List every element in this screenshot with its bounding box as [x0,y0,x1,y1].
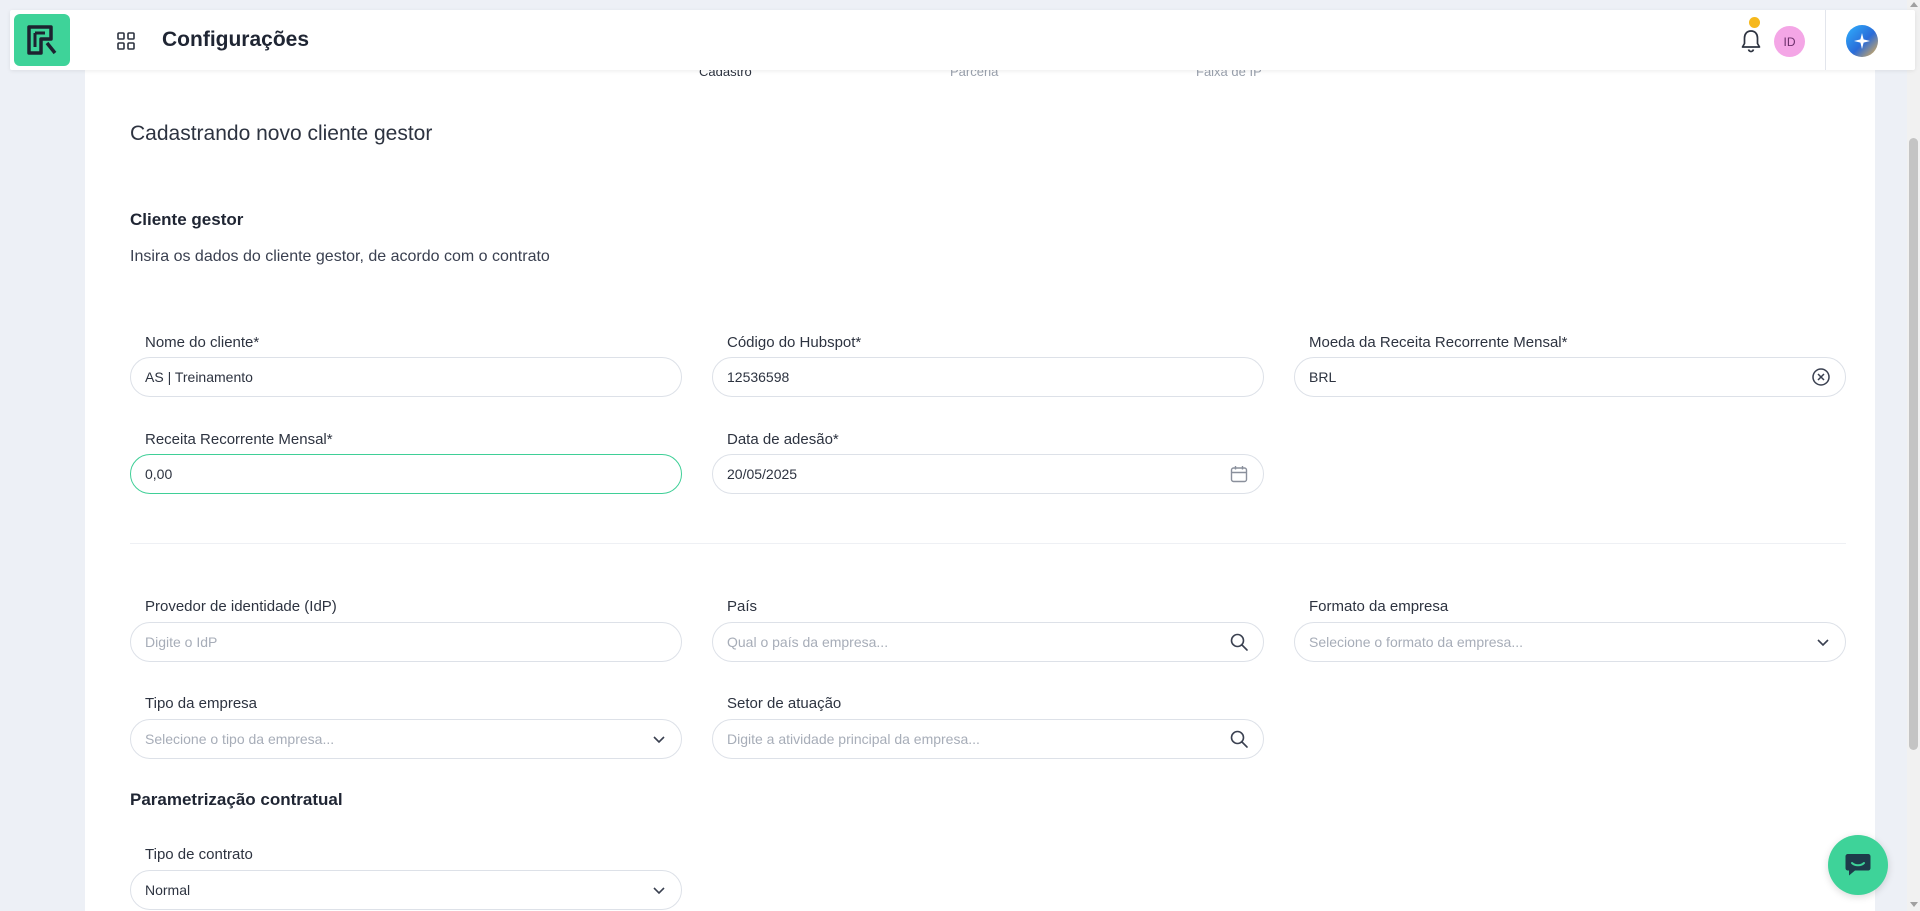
hubspot-code-input[interactable] [712,357,1264,397]
search-icon[interactable] [1229,729,1249,749]
hubspot-code-label: Código do Hubspot* [727,334,862,351]
mrr-label: Receita Recorrente Mensal* [145,431,333,448]
idp-label: Provedor de identidade (IdP) [145,598,337,615]
contract-type-label: Tipo de contrato [145,846,253,863]
chevron-down-icon [653,887,665,895]
notification-bell-icon[interactable] [1738,28,1764,54]
scrollbar-thumb[interactable] [1909,138,1918,750]
section-divider [130,543,1846,544]
contract-type-value: Normal [145,882,191,898]
scroll-down-arrow[interactable] [1910,902,1918,907]
join-date-label: Data de adesão* [727,431,839,448]
scroll-up-arrow[interactable] [1910,2,1918,7]
chat-bubble-icon [1845,854,1871,876]
currency-value: BRL [1309,369,1337,385]
page-header-title: Configurações [162,28,310,51]
section-title-cliente-gestor: Cliente gestor [130,210,244,229]
chat-support-button[interactable] [1828,835,1888,895]
currency-select[interactable]: BRL [1294,357,1846,397]
sector-label: Setor de atuação [727,695,842,712]
company-format-label: Formato da empresa [1309,598,1449,615]
page-title: Cadastrando novo cliente gestor [130,122,433,145]
top-header: Configurações ID [10,10,1915,70]
clear-icon[interactable] [1811,367,1831,387]
apps-grid-icon[interactable] [116,31,136,51]
company-type-label: Tipo da empresa [145,695,258,712]
company-format-select[interactable]: Selecione o formato da empresa... [1294,622,1846,662]
notification-badge [1749,17,1760,28]
client-name-label: Nome do cliente* [145,334,260,351]
calendar-icon[interactable] [1229,464,1249,484]
header-divider [1825,10,1826,70]
company-type-placeholder: Selecione o tipo da empresa... [145,731,335,747]
logo-icon [27,25,57,55]
company-type-select[interactable]: Selecione o tipo da empresa... [130,719,682,759]
brand-logo[interactable] [14,14,70,66]
idp-input[interactable] [130,622,682,662]
sector-input[interactable] [712,719,1264,759]
sparkle-icon [1854,33,1870,49]
ai-assistant-button[interactable] [1846,25,1878,57]
country-input[interactable] [712,622,1264,662]
client-name-input[interactable] [130,357,682,397]
search-icon[interactable] [1229,632,1249,652]
country-label: País [727,598,758,615]
contract-type-select[interactable]: Normal [130,870,682,910]
currency-label: Moeda da Receita Recorrente Mensal* [1309,334,1568,351]
join-date-input[interactable] [712,454,1264,494]
section-description: Insira os dados do cliente gestor, de ac… [130,248,550,265]
company-format-placeholder: Selecione o formato da empresa... [1309,634,1524,650]
chevron-down-icon [1817,639,1829,647]
section-title-contract: Parametrização contratual [130,790,343,809]
chevron-down-icon [653,736,665,744]
user-avatar[interactable]: ID [1774,26,1805,57]
mrr-input[interactable] [130,454,682,494]
